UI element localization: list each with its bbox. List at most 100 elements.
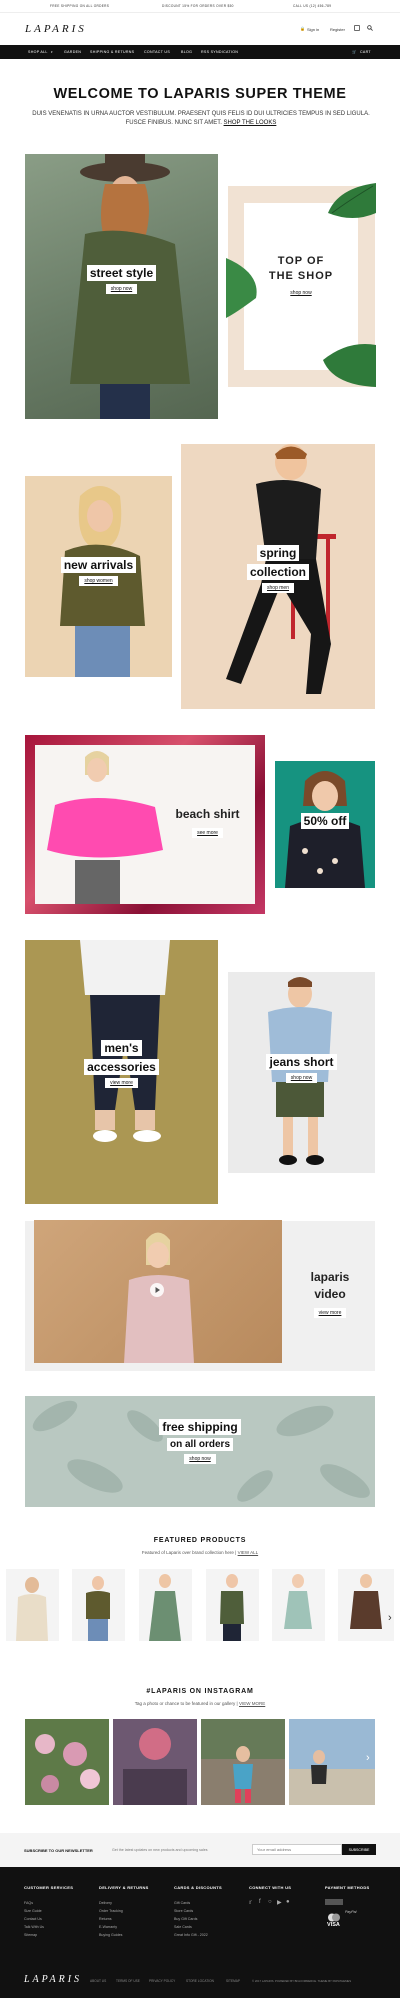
footer-link[interactable]: Buy Gift Cards [174,1917,197,1921]
mastercard-icon [325,1899,343,1905]
footer-col-title: Connect With Us [249,1885,292,1890]
video-line2: video [314,1287,346,1301]
paypal-label: PayPal [345,1910,357,1914]
instagram-title: #LAPARIS ON INSTAGRAM [146,1688,254,1695]
spring-button[interactable]: shop men [262,583,294,593]
top-shop-line2: THE SHOP [268,270,334,282]
cart-label[interactable]: Cart [360,50,371,54]
footer-link[interactable]: Great Info Gift - 2022 [174,1933,208,1937]
footer-link[interactable]: Store Cards [174,1909,193,1913]
product-card[interactable] [272,1569,325,1641]
mens-line2: accessories [84,1059,159,1075]
shipping-caption: free shipping on all orders shop now [25,1419,375,1464]
nav-item-shop-all[interactable]: Shop All [28,50,48,54]
topbar-phone: Call us (12) 456-789 [293,4,332,8]
nav-item-blog[interactable]: Blog [181,50,192,54]
footer-link[interactable]: E-Warranty [99,1925,117,1929]
shipping-button[interactable]: shop now [184,1454,216,1464]
search-icon[interactable] [367,25,373,33]
street-style-caption: street style shop now [25,265,218,294]
cart-icon[interactable]: 🛒 [352,50,357,54]
top-shop-button[interactable]: shop now [285,288,317,298]
instagram-next-icon[interactable]: › [366,1752,370,1764]
new-arrivals-button[interactable]: shop women [79,576,118,586]
shop-the-looks-link[interactable]: SHOP THE LOOKS [224,120,277,126]
footer-bottom-link[interactable]: Sitemap [226,1979,240,1983]
footer-col-title: Cards & Discounts [174,1885,222,1890]
footer-col-title: Delivery & Returns [99,1885,149,1890]
mens-caption: men's accessories view more [25,1040,218,1088]
footer-bottom-link[interactable]: Store Location [186,1979,214,1983]
featured-subtitle-text: Featured of Laparis over brand collectio… [141,1550,237,1555]
footer-link[interactable]: Returns [99,1917,112,1921]
footer-logo[interactable]: LAPARIS [24,1974,82,1985]
sign-in-link[interactable]: Sign in [307,27,319,32]
mens-button[interactable]: view more [105,1078,138,1088]
jeans-caption: jeans short shop now [228,1054,375,1083]
footer-link[interactable]: Buying Guides [99,1933,122,1937]
footer-bottom-link[interactable]: Privacy Policy [149,1979,175,1983]
site-logo[interactable]: LAPARIS [25,23,87,35]
footer-bottom-link[interactable]: About Us [90,1979,106,1983]
user-icon[interactable] [354,25,360,33]
product-card[interactable] [72,1569,125,1641]
twitter-icon[interactable]: 𝕣 [249,1899,252,1906]
youtube-icon[interactable]: ▶ [277,1899,282,1906]
top-shop-caption: TOP OF THE SHOP shop now [244,255,358,298]
carousel-next-icon[interactable]: › [388,1612,392,1624]
product-card[interactable] [206,1569,259,1641]
lock-icon: 🔒 [300,26,305,31]
footer-col-title: Customer Services [24,1885,74,1890]
nav-item-rss[interactable]: RSS Syndication [201,50,238,54]
footer-bottom-link[interactable]: Terms of Use [116,1979,140,1983]
pinterest-icon[interactable]: ● [286,1899,290,1905]
spring-line1: spring [256,545,300,561]
main-nav: Shop All ▾ Garden Shipping & Returns Con… [0,45,400,59]
instagram-photo[interactable] [25,1719,109,1805]
street-style-button[interactable]: shop now [105,284,138,294]
top-shop-line1: TOP OF [277,255,325,267]
footer-link[interactable]: Delivery [99,1901,112,1905]
nav-item-shipping[interactable]: Shipping & Returns [90,50,134,54]
product-card[interactable] [139,1569,192,1641]
instagram-photo[interactable] [113,1719,197,1805]
featured-view-all-link[interactable]: VIEW ALL [238,1550,259,1555]
welcome-title: WELCOME TO LAPARIS SUPER THEME [53,86,347,102]
footer-link[interactable]: Gift Cards [174,1901,190,1905]
instagram-icon[interactable]: ○ [268,1899,272,1905]
product-card[interactable] [6,1569,59,1641]
footer-link[interactable]: Contact Us [24,1917,42,1921]
jeans-label: jeans short [266,1054,337,1070]
nav-item-contact[interactable]: Contact Us [144,50,170,54]
beach-label: beach shirt [175,807,240,821]
instagram-view-more-link[interactable]: VIEW MORE [239,1701,265,1706]
newsletter-email-input[interactable] [252,1844,342,1855]
newsletter-text: Get the latest updates on new products a… [112,1848,208,1852]
play-button[interactable] [150,1283,164,1297]
nav-item-garden[interactable]: Garden [64,50,81,54]
footer-link[interactable]: Talk With Us [24,1925,44,1929]
footer-link[interactable]: Sitemap [24,1933,37,1937]
product-card[interactable] [338,1569,394,1641]
footer-link[interactable]: FAQs [24,1901,33,1905]
payment-badge-icon [326,1909,342,1922]
jeans-button[interactable]: shop now [285,1073,318,1083]
instagram-photo[interactable] [201,1719,285,1805]
footer-link[interactable]: Sale Cards [174,1925,192,1929]
street-style-label: street style [86,265,157,281]
video-line1: laparis [310,1270,350,1284]
copyright: © 2017 LAPARIS. POWERED BY BIGCOMMERCE. … [252,1979,352,1983]
footer-link[interactable]: Order Tracking [99,1909,123,1913]
featured-title: FEATURED PRODUCTS [153,1537,247,1544]
welcome-text: DUIS VENENATIS IN URNA AUCTOR VESTIBULUM… [26,110,376,128]
mens-line1: men's [101,1040,142,1056]
facebook-icon[interactable]: f [259,1899,261,1905]
video-button[interactable]: view more [313,1308,347,1318]
featured-subtitle: Featured of Laparis over brand collectio… [0,1550,400,1555]
register-link[interactable]: Register [330,27,345,32]
visa-label: VISA [327,1922,340,1928]
instagram-photo[interactable] [289,1719,375,1805]
footer-link[interactable]: Size Guide [24,1909,42,1913]
beach-button[interactable]: see more [192,828,223,838]
subscribe-button[interactable]: SUBSCRIBE [342,1844,376,1855]
